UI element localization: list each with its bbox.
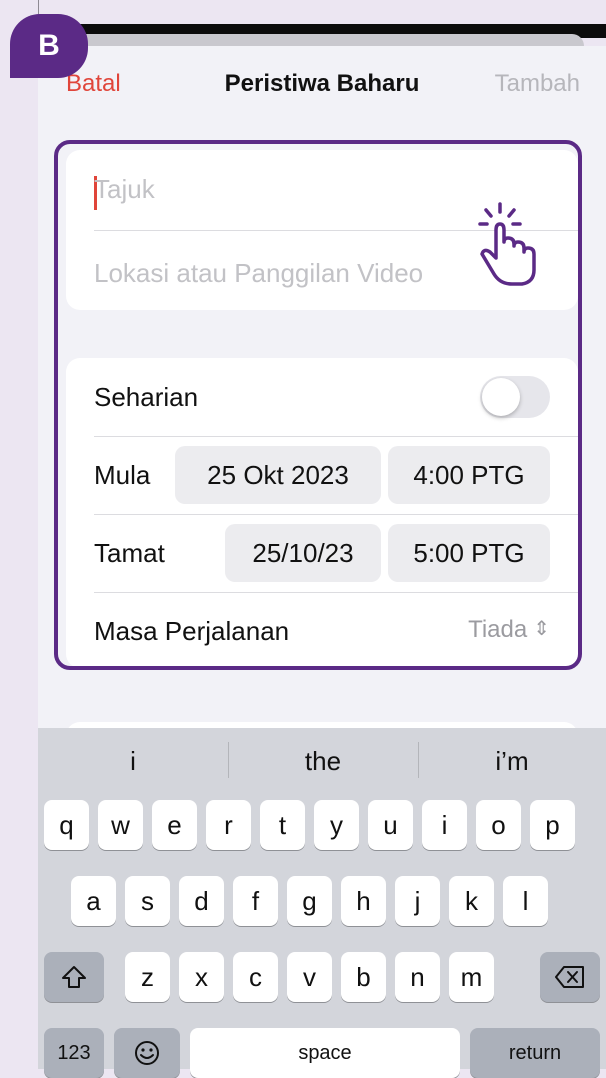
emoji-key[interactable]	[114, 1028, 180, 1078]
allday-label: Seharian	[94, 382, 199, 412]
key-x[interactable]: x	[179, 952, 224, 1002]
delete-key[interactable]	[540, 952, 600, 1002]
key-n[interactable]: n	[395, 952, 440, 1002]
delete-icon	[555, 966, 584, 988]
key-c[interactable]: c	[233, 952, 278, 1002]
key-b[interactable]: b	[341, 952, 386, 1002]
date-time-card: Seharian Mula 25 Okt 2023 4:00 PTG Tamat…	[66, 358, 578, 668]
key-u[interactable]: u	[368, 800, 413, 850]
key-v[interactable]: v	[287, 952, 332, 1002]
suggestion-2[interactable]: the	[228, 746, 418, 777]
key-y[interactable]: y	[314, 800, 359, 850]
start-row: Mula 25 Okt 2023 4:00 PTG	[94, 436, 578, 515]
key-j[interactable]: j	[395, 876, 440, 926]
start-date-button[interactable]: 25 Okt 2023	[175, 446, 381, 504]
key-h[interactable]: h	[341, 876, 386, 926]
shift-key[interactable]	[44, 952, 104, 1002]
end-time-button[interactable]: 5:00 PTG	[388, 524, 550, 582]
suggestion-3[interactable]: i’m	[418, 746, 606, 777]
toggle-knob	[482, 378, 520, 416]
travel-time-row[interactable]: Masa Perjalanan Tiada ⇕	[94, 592, 578, 670]
travel-time-value-text: Tiada	[468, 616, 528, 643]
location-input[interactable]	[94, 258, 534, 289]
key-t[interactable]: t	[260, 800, 305, 850]
allday-toggle[interactable]	[480, 376, 550, 418]
travel-time-value[interactable]: Tiada ⇕	[468, 616, 550, 644]
travel-time-label: Masa Perjalanan	[94, 616, 290, 646]
end-label: Tamat	[94, 538, 165, 568]
key-p[interactable]: p	[530, 800, 575, 850]
numbers-key[interactable]: 123	[44, 1028, 104, 1078]
key-m[interactable]: m	[449, 952, 494, 1002]
tap-hand-icon	[478, 202, 536, 286]
key-g[interactable]: g	[287, 876, 332, 926]
start-label: Mula	[94, 460, 151, 490]
key-i[interactable]: i	[422, 800, 467, 850]
key-w[interactable]: w	[98, 800, 143, 850]
end-row: Tamat 25/10/23 5:00 PTG	[94, 514, 578, 593]
shift-icon	[62, 966, 86, 988]
allday-row: Seharian	[94, 358, 578, 437]
key-e[interactable]: e	[152, 800, 197, 850]
step-badge: B	[10, 14, 88, 78]
key-o[interactable]: o	[476, 800, 521, 850]
emoji-icon	[135, 1041, 159, 1065]
key-f[interactable]: f	[233, 876, 278, 926]
end-date-button[interactable]: 25/10/23	[225, 524, 381, 582]
key-r[interactable]: r	[206, 800, 251, 850]
title-input[interactable]	[94, 174, 534, 205]
suggestion-1[interactable]: i	[38, 746, 228, 777]
key-z[interactable]: z	[125, 952, 170, 1002]
navigation-bar: Batal Peristiwa Baharu Tambah	[38, 46, 606, 126]
key-k[interactable]: k	[449, 876, 494, 926]
key-q[interactable]: q	[44, 800, 89, 850]
chevron-up-down-icon: ⇕	[533, 618, 550, 640]
suggestion-bar: i the i’m	[38, 728, 606, 794]
key-d[interactable]: d	[179, 876, 224, 926]
keyboard: i the i’m q w e r t y u i o p a s d f g …	[38, 728, 606, 1078]
step-badge-letter: B	[38, 29, 60, 62]
key-s[interactable]: s	[125, 876, 170, 926]
start-time-button[interactable]: 4:00 PTG	[388, 446, 550, 504]
space-key[interactable]: space	[190, 1028, 460, 1078]
key-a[interactable]: a	[71, 876, 116, 926]
key-l[interactable]: l	[503, 876, 548, 926]
background-strip	[0, 0, 39, 1069]
add-button[interactable]: Tambah	[495, 70, 580, 98]
return-key[interactable]: return	[470, 1028, 600, 1078]
